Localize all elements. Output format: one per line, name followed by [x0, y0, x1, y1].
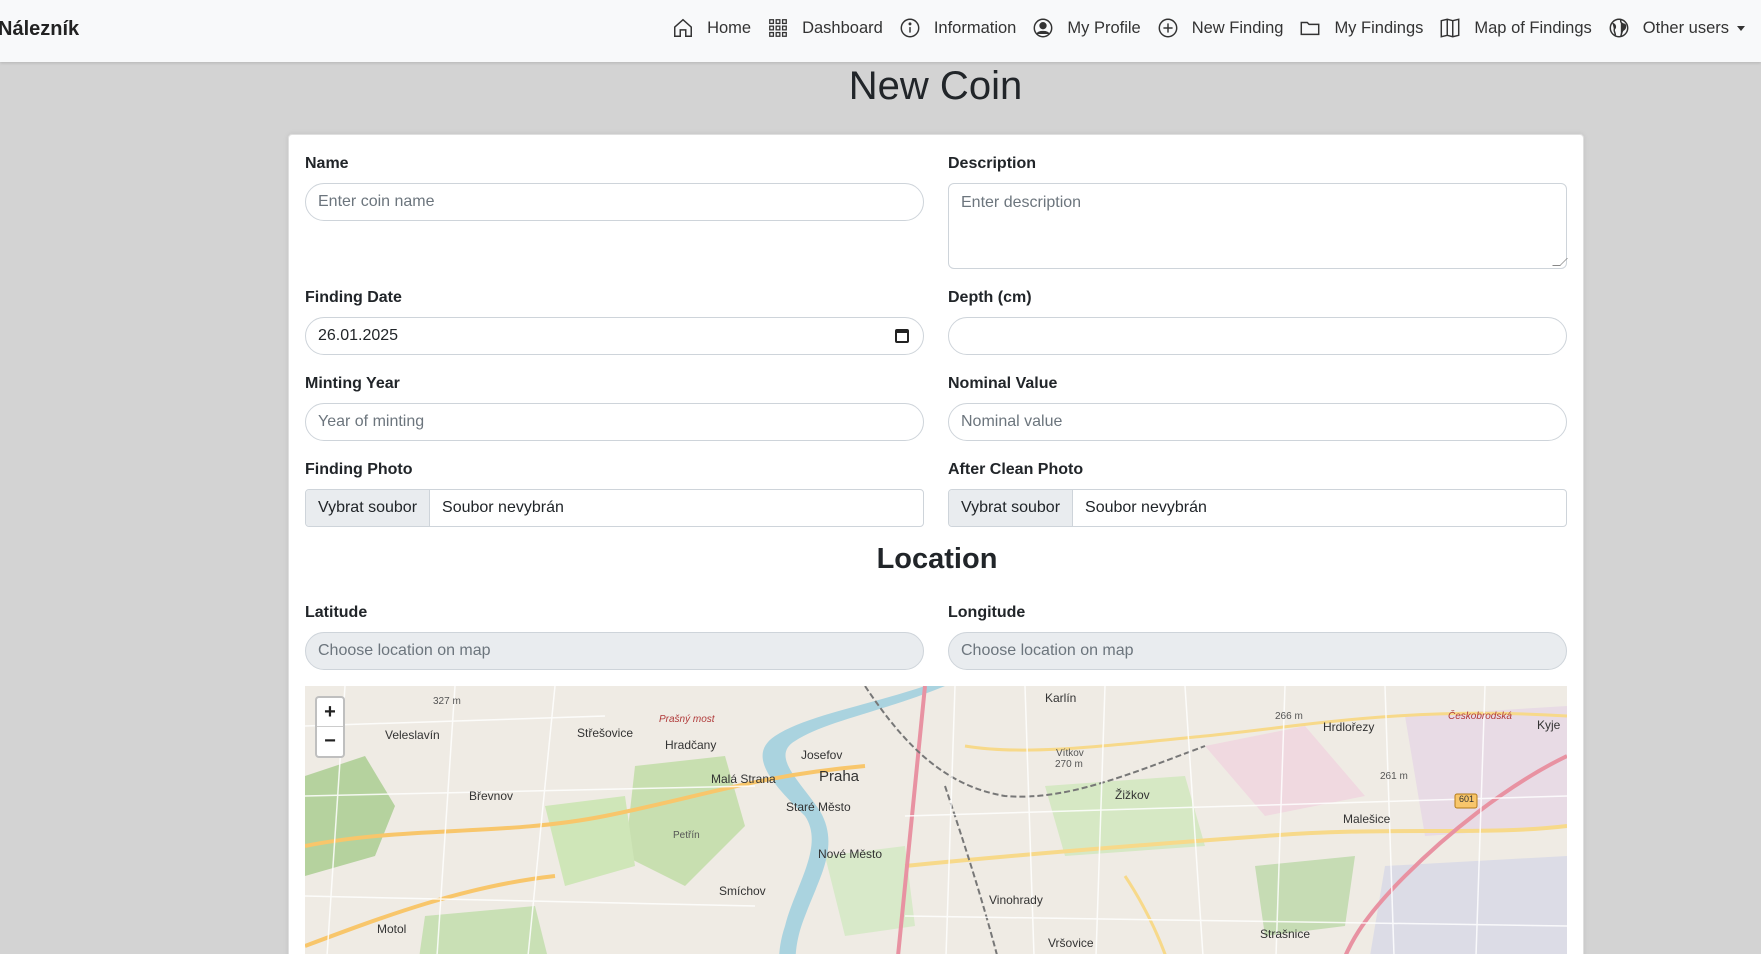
- nav-information-label: Information: [933, 18, 1017, 37]
- finding-date-value: 26.01.2025: [318, 327, 399, 344]
- name-label: Name: [305, 155, 349, 172]
- map-label-praha: Praha: [819, 768, 860, 785]
- folder-icon: [1300, 21, 1320, 36]
- minting-year-label: Minting Year: [305, 375, 400, 392]
- description-textarea[interactable]: Enter description: [948, 183, 1568, 269]
- nominal-value-input[interactable]: Nominal value: [948, 403, 1567, 441]
- nav-dashboard[interactable]: Dashboard: [759, 0, 891, 56]
- nav-other-users-label: Other users: [1642, 18, 1729, 37]
- nominal-value-label: Nominal Value: [948, 375, 1058, 392]
- name-input[interactable]: Enter coin name: [305, 183, 924, 221]
- new-coin-form: Name Enter coin name Description Enter d…: [288, 134, 1584, 954]
- finding-date-label: Finding Date: [305, 289, 402, 306]
- zoom-out-button[interactable]: −: [317, 727, 343, 756]
- globe-icon: [1609, 18, 1629, 38]
- map-label-elev-327: 327 m: [433, 696, 461, 707]
- nav-new-finding-label: New Finding: [1191, 18, 1284, 37]
- nav-menu: Home Dashboard Information My Profile Ne…: [664, 0, 1753, 56]
- zoom-in-button[interactable]: +: [317, 698, 343, 727]
- map-label-veleslavin: Veleslavín: [385, 728, 440, 742]
- longitude-input[interactable]: Choose location on map: [948, 632, 1567, 670]
- navbar: Nálezník Home Dashboard Information My P…: [0, 0, 1761, 62]
- map-label-prasny-most: Prašný most: [659, 714, 715, 725]
- brand-logo[interactable]: Nálezník: [0, 18, 79, 41]
- finding-photo-label: Finding Photo: [305, 461, 413, 478]
- map-label-smichov: Smíchov: [719, 884, 766, 898]
- map-label-kyje: Kyje: [1537, 718, 1561, 732]
- map-label-brevnov: Břevnov: [469, 789, 514, 803]
- map-label-elev-261: 261 m: [1380, 771, 1408, 782]
- home-icon: [674, 18, 693, 37]
- finding-date-input[interactable]: 26.01.2025: [305, 317, 924, 355]
- latitude-input[interactable]: Choose location on map: [305, 632, 924, 670]
- map-label-nove-mesto: Nové Město: [818, 847, 883, 861]
- map-label-vinohrady: Vinohrady: [989, 893, 1043, 907]
- nav-information[interactable]: Information: [891, 0, 1025, 56]
- nav-map-of-findings-label: Map of Findings: [1474, 18, 1592, 37]
- map-label-stare-mesto: Staré Město: [786, 800, 851, 814]
- nav-my-findings[interactable]: My Findings: [1291, 0, 1431, 56]
- map-label-malesice: Malešice: [1343, 812, 1391, 826]
- nav-home-label: Home: [707, 18, 752, 37]
- depth-label: Depth (cm): [948, 289, 1032, 306]
- map-label-ceskobrodska: Českobrodská: [1448, 711, 1512, 722]
- after-clean-photo-filename: Soubor nevybrán: [1085, 499, 1207, 516]
- map-label-vrsovice: Vršovice: [1048, 936, 1094, 950]
- description-label: Description: [948, 155, 1037, 172]
- after-clean-photo-choose-button[interactable]: Vybrat soubor: [949, 490, 1074, 526]
- description-placeholder: Enter description: [961, 194, 1082, 211]
- map-label-mala-strana: Malá Strana: [711, 772, 776, 786]
- finding-photo-choose-button[interactable]: Vybrat soubor: [306, 490, 431, 526]
- nav-map-of-findings[interactable]: Map of Findings: [1431, 0, 1599, 56]
- plus-circle-icon: [1158, 18, 1178, 38]
- map-zoom-control: + −: [315, 696, 345, 758]
- nav-home[interactable]: Home: [664, 0, 759, 56]
- resize-grip-icon[interactable]: [1552, 258, 1568, 266]
- map-label-hrdlorezy: Hrdlořezy: [1323, 720, 1375, 734]
- grid-icon: [769, 19, 787, 37]
- map-label-karlin: Karlín: [1045, 691, 1077, 705]
- map-label-motol: Motol: [377, 922, 407, 936]
- caret-down-icon: [1737, 25, 1745, 31]
- after-clean-photo-label: After Clean Photo: [948, 461, 1084, 478]
- minting-year-input[interactable]: Year of minting: [305, 403, 924, 441]
- nav-other-users[interactable]: Other users: [1600, 0, 1753, 56]
- nav-new-finding[interactable]: New Finding: [1149, 0, 1292, 56]
- calendar-icon[interactable]: [895, 329, 909, 343]
- finding-photo-filename: Soubor nevybrán: [442, 499, 564, 516]
- depth-input[interactable]: [948, 317, 1567, 355]
- finding-photo-input[interactable]: Vybrat soubor Soubor nevybrán: [305, 489, 924, 527]
- nav-my-profile-label: My Profile: [1067, 18, 1141, 37]
- location-map[interactable]: + − Karlín Veleslavín Střešovice Hradčan…: [305, 686, 1567, 954]
- location-title: Location: [876, 543, 998, 575]
- map-label-hradcany: Hradčany: [665, 738, 717, 752]
- map-label-zizkov: Žižkov: [1115, 788, 1150, 802]
- nav-dashboard-label: Dashboard: [802, 18, 883, 37]
- map-label-josefov: Josefov: [801, 748, 843, 762]
- user-circle-icon: [1033, 18, 1053, 38]
- map-label-vitkov: Vítkov: [1056, 748, 1084, 759]
- latitude-label: Latitude: [305, 604, 368, 621]
- map-label-elev-266: 266 m: [1275, 711, 1303, 722]
- page-title: New Coin: [848, 64, 1023, 108]
- map-label-strasnice: Strašnice: [1260, 927, 1311, 941]
- info-icon: [900, 18, 920, 38]
- map-icon: [1440, 18, 1460, 38]
- after-clean-photo-input[interactable]: Vybrat soubor Soubor nevybrán: [948, 489, 1567, 527]
- map-label-stresovice: Střešovice: [577, 726, 634, 740]
- longitude-label: Longitude: [948, 604, 1026, 621]
- nav-my-profile[interactable]: My Profile: [1024, 0, 1148, 56]
- map-label-road-601: 601: [1459, 794, 1475, 804]
- map-label-elev-270: 270 m: [1055, 759, 1083, 770]
- nav-my-findings-label: My Findings: [1334, 18, 1424, 37]
- map-label-petrin: Petřín: [673, 830, 700, 841]
